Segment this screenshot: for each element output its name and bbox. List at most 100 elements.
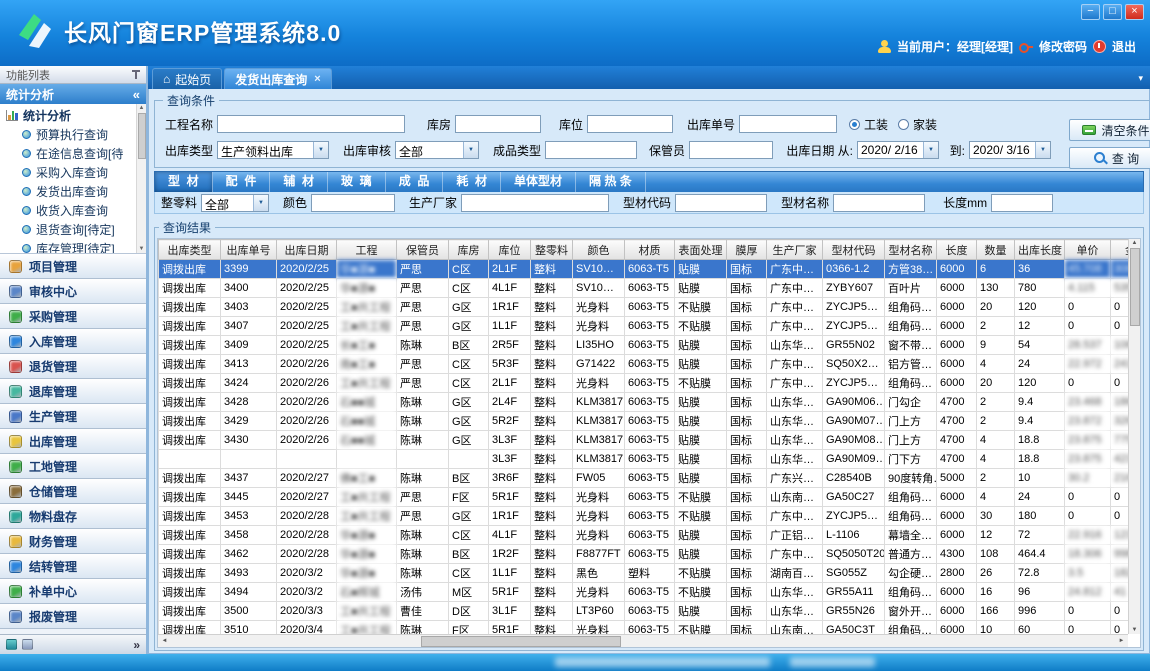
column-header[interactable]: 出库类型 xyxy=(159,240,221,260)
table-row[interactable]: 调拨出库35002020/3/3工■共工程曹佳D区3L1F整料LT3P60606… xyxy=(159,602,1129,621)
table-row[interactable]: 调拨出库34282020/2/26石■■城陈琳G区2L4F整料KLM381760… xyxy=(159,393,1129,412)
table-row[interactable]: 调拨出库34242020/2/26工■共工程严思C区2L1F整料光身料6063-… xyxy=(159,374,1129,393)
sidebar-menu-item[interactable]: 出库管理 xyxy=(0,429,146,454)
tree-item[interactable]: 收货入库查询 xyxy=(0,201,146,220)
material-tab[interactable]: 隔 热 条 xyxy=(576,172,646,192)
column-header[interactable]: 库房 xyxy=(449,240,489,260)
scroll-down-icon[interactable]: ▼ xyxy=(139,245,145,253)
scroll-up-icon[interactable]: ▲ xyxy=(1132,239,1138,247)
column-header[interactable]: 金 xyxy=(1111,240,1129,260)
material-tab[interactable]: 玻 璃 xyxy=(328,172,386,192)
tree-item[interactable]: 库存管理[待定] xyxy=(0,239,146,254)
column-header[interactable]: 材质 xyxy=(625,240,675,260)
footer-grid-icon[interactable] xyxy=(6,639,17,650)
project-name-input[interactable] xyxy=(217,115,405,133)
tree-item[interactable]: 发货出库查询 xyxy=(0,182,146,201)
tree-item[interactable]: 采购入库查询 xyxy=(0,163,146,182)
column-header[interactable]: 保管员 xyxy=(397,240,449,260)
material-tab[interactable]: 配 件 xyxy=(213,172,271,192)
location-input[interactable] xyxy=(587,115,673,133)
table-row[interactable]: 调拨出库34002020/2/25华■源■严思C区4L1F整料SV10…6063… xyxy=(159,279,1129,298)
table-row[interactable]: 调拨出库34302020/2/26石■■城陈琳G区3L3F整料KLM381760… xyxy=(159,431,1129,450)
column-header[interactable]: 膜厚 xyxy=(727,240,767,260)
table-row[interactable]: 调拨出库34582020/2/28华■源■陈琳C区4L1F整料光身料6063-T… xyxy=(159,526,1129,545)
date-from-select[interactable]: 2020/ 2/16 ▼ xyxy=(857,141,939,159)
sidebar-menu-item[interactable]: 生产管理 xyxy=(0,404,146,429)
length-input[interactable] xyxy=(991,194,1053,212)
table-row[interactable]: 3L3F整料KLM38176063-T5贴膜国标山东华…GA90M09…门下方4… xyxy=(159,450,1129,469)
table-row[interactable]: 调拨出库34532020/2/28工■共工程严思G区1R1F整料光身料6063-… xyxy=(159,507,1129,526)
manufacturer-input[interactable] xyxy=(461,194,609,212)
column-header[interactable]: 工程 xyxy=(337,240,397,260)
table-row[interactable]: 调拨出库35102020/3/4工■共工程陈琳F区5R1F整料光身料6063-T… xyxy=(159,621,1129,635)
tab-close-icon[interactable]: × xyxy=(314,73,320,85)
sidebar-menu-item[interactable]: 仓储管理 xyxy=(0,479,146,504)
column-header[interactable]: 型材代码 xyxy=(823,240,885,260)
warehouse-input[interactable] xyxy=(455,115,541,133)
whole-part-select[interactable]: 全部 ▼ xyxy=(201,194,269,212)
table-row[interactable]: 调拨出库34372020/2/27佛■工■陈琳B区3R6F整料FW056063-… xyxy=(159,469,1129,488)
sidebar-menu-item[interactable]: 项目管理 xyxy=(0,254,146,279)
material-tab[interactable]: 成 品 xyxy=(386,172,444,192)
column-header[interactable]: 表面处理 xyxy=(675,240,727,260)
radio-home-wear[interactable] xyxy=(898,119,909,130)
minimize-button[interactable]: − xyxy=(1081,4,1100,20)
sidebar-menu-item[interactable]: 结转管理 xyxy=(0,554,146,579)
table-row[interactable]: 调拨出库34072020/2/25工■共工程严思G区1L1F整料光身料6063-… xyxy=(159,317,1129,336)
scrollbar-thumb[interactable] xyxy=(1130,248,1140,326)
column-header[interactable]: 长度 xyxy=(937,240,977,260)
maximize-button[interactable]: □ xyxy=(1103,4,1122,20)
table-row[interactable]: 调拨出库34942020/3/2石■辉城汤伟M区5R1F整料光身料6063-T5… xyxy=(159,583,1129,602)
tree-scrollbar[interactable]: ▲ ▼ xyxy=(136,104,146,253)
radio-work-wear[interactable] xyxy=(849,119,860,130)
profile-code-input[interactable] xyxy=(675,194,767,212)
column-header[interactable]: 颜色 xyxy=(573,240,625,260)
table-row[interactable]: 调拨出库34032020/2/25工■共工程严思G区1R1F整料光身料6063-… xyxy=(159,298,1129,317)
scroll-down-icon[interactable]: ▼ xyxy=(1132,626,1138,634)
tab[interactable]: ⌂起始页 xyxy=(152,68,222,89)
logout-link[interactable]: 退出 xyxy=(1112,38,1136,55)
profile-name-input[interactable] xyxy=(833,194,925,212)
column-header[interactable]: 出库长度 xyxy=(1015,240,1065,260)
scroll-right-icon[interactable]: ► xyxy=(1115,638,1128,644)
sidebar-menu-item[interactable]: 工地管理 xyxy=(0,454,146,479)
search-button[interactable]: 查 询 xyxy=(1069,147,1150,169)
material-tab[interactable]: 耗 材 xyxy=(443,172,501,192)
material-tab[interactable]: 单体型材 xyxy=(501,172,576,192)
column-header[interactable]: 整零料 xyxy=(531,240,573,260)
sidebar-menu-item[interactable]: 退库管理 xyxy=(0,379,146,404)
sidebar-menu-item[interactable]: 补单中心 xyxy=(0,579,146,604)
column-header[interactable]: 出库单号 xyxy=(221,240,277,260)
color-input[interactable] xyxy=(311,194,395,212)
sidebar-menu-item[interactable]: 物料盘存 xyxy=(0,504,146,529)
sidebar-menu-item[interactable]: 入库管理 xyxy=(0,329,146,354)
collapse-icon[interactable]: « xyxy=(133,87,140,102)
tree-item[interactable]: 在途信息查询[待 xyxy=(0,144,146,163)
tab-overflow-arrow[interactable]: ▾ xyxy=(1138,73,1143,84)
vertical-scrollbar[interactable]: ▲ ▼ xyxy=(1128,239,1140,634)
scrollbar-thumb[interactable] xyxy=(138,113,146,159)
table-row[interactable]: 调拨出库34092020/2/25长■工■陈琳B区2R5F整料LI35HO606… xyxy=(159,336,1129,355)
tree-item[interactable]: 预算执行查询 xyxy=(0,125,146,144)
sidebar-menu-item[interactable]: 退货管理 xyxy=(0,354,146,379)
sidebar-menu-item[interactable]: 采购管理 xyxy=(0,304,146,329)
tab[interactable]: 发货出库查询× xyxy=(224,68,331,89)
table-row[interactable]: 调拨出库34452020/2/27工■共工程严思F区5R1F整料光身料6063-… xyxy=(159,488,1129,507)
product-type-input[interactable] xyxy=(545,141,637,159)
table-row[interactable]: 调拨出库33992020/2/25华■源■严思C区2L1F整料SV10…6063… xyxy=(159,260,1129,279)
date-to-select[interactable]: 2020/ 3/16 ▼ xyxy=(969,141,1051,159)
footer-more-button[interactable]: » xyxy=(133,638,140,652)
scroll-left-icon[interactable]: ◄ xyxy=(158,638,171,644)
keeper-input[interactable] xyxy=(689,141,773,159)
tree-item[interactable]: 退货查询[待定] xyxy=(0,220,146,239)
outbound-type-select[interactable]: 生产领料出库 ▼ xyxy=(217,141,329,159)
scroll-up-icon[interactable]: ▲ xyxy=(139,104,145,112)
footer-computer-icon[interactable] xyxy=(22,639,33,650)
close-button[interactable]: × xyxy=(1125,4,1144,20)
pin-icon[interactable] xyxy=(131,70,140,79)
material-tab[interactable]: 型 材 xyxy=(155,172,213,192)
sidebar-menu-item[interactable]: 报废管理 xyxy=(0,604,146,629)
column-header[interactable]: 数量 xyxy=(977,240,1015,260)
clear-conditions-button[interactable]: 清空条件 xyxy=(1069,119,1150,141)
scrollbar-thumb[interactable] xyxy=(421,636,621,647)
